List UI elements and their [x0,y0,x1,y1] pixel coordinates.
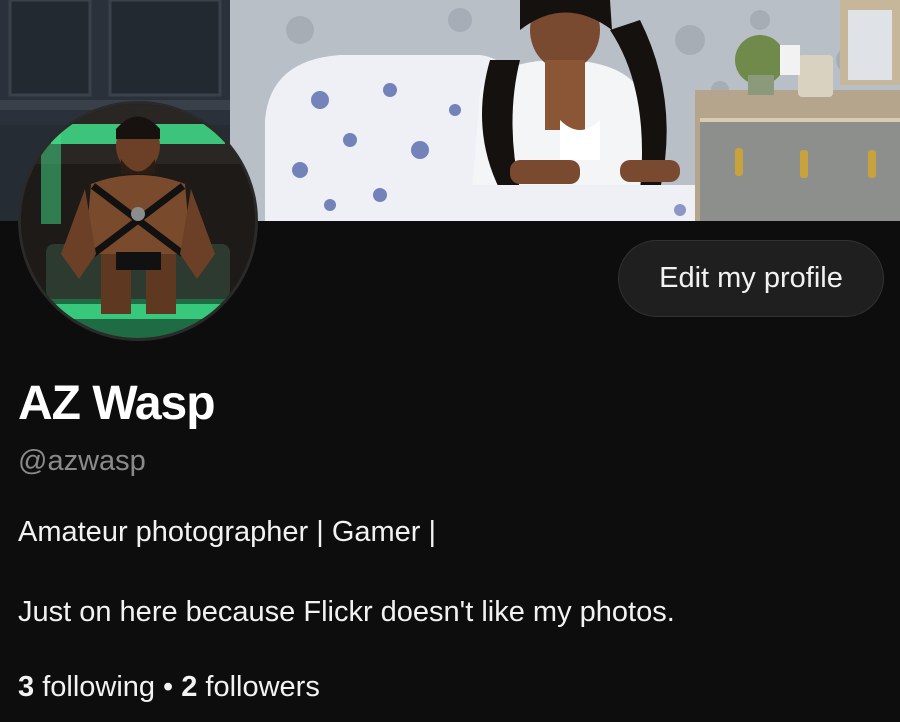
followers-link[interactable]: 2 followers [181,671,320,703]
followers-count: 2 [181,671,198,703]
user-handle: @azwasp [18,445,146,477]
display-name: AZ Wasp [18,377,216,430]
bio-line-2: Just on here because Flickr doesn't like… [18,596,675,628]
following-link[interactable]: 3 following [18,671,155,703]
following-count: 3 [18,671,35,703]
follow-stats: 3 following • 2 followers [18,669,320,705]
following-label: following [42,671,156,703]
bio-line-1: Amateur photographer | Gamer | [18,516,437,548]
followers-label: followers [205,671,320,703]
stats-separator: • [163,671,174,703]
profile-page: Edit my profile AZ Wasp @azwasp Amateur … [0,0,900,722]
avatar[interactable] [18,101,258,341]
edit-profile-button[interactable]: Edit my profile [618,240,884,317]
